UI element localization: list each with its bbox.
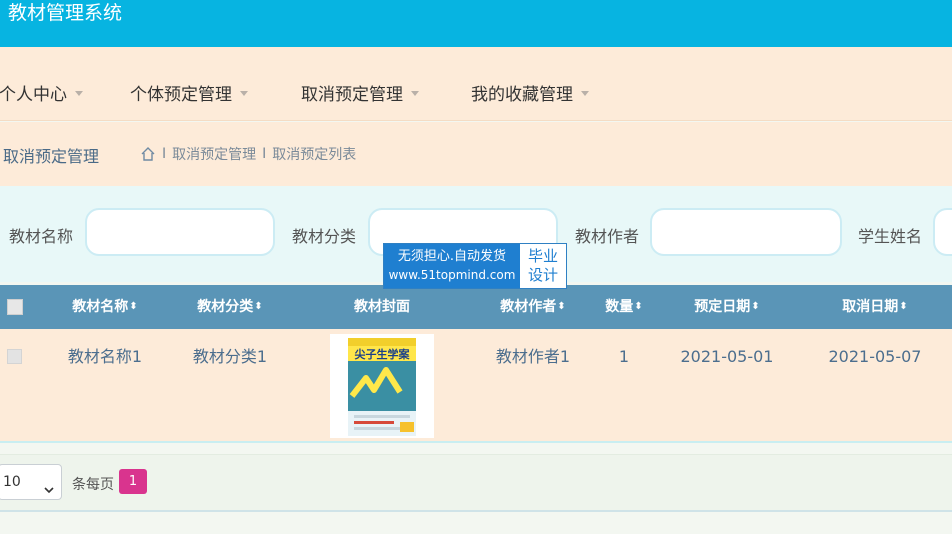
- column-header-quantity[interactable]: 数量 ⬍: [594, 285, 654, 329]
- header-label: 教材封面: [354, 299, 410, 315]
- pagination: 10 条每页 1: [0, 454, 952, 512]
- cell-quantity: 1: [618, 347, 630, 366]
- search-label-student: 学生姓名: [858, 227, 923, 246]
- header-label: 教材分类: [197, 299, 254, 315]
- sort-icon: ⬍: [557, 301, 566, 312]
- column-header-cancel-date[interactable]: 取消日期 ⬍: [825, 285, 925, 329]
- chevron-down-icon: [411, 91, 419, 96]
- search-label-name: 教材名称: [9, 227, 74, 246]
- breadcrumb-item[interactable]: 取消预定管理: [172, 144, 256, 164]
- cell-name: 教材名称1: [67, 347, 143, 366]
- row-checkbox[interactable]: [7, 349, 22, 364]
- cell-category: 教材分类1: [192, 347, 268, 366]
- header-label: 数量: [605, 299, 634, 315]
- header-label: 教材作者: [500, 299, 557, 315]
- cell-cancel-date: 2021-05-07: [828, 347, 922, 366]
- nav-item-favorites[interactable]: 我的收藏管理: [471, 80, 589, 105]
- column-header-category[interactable]: 教材分类 ⬍: [180, 285, 280, 329]
- chevron-down-icon: [240, 91, 248, 96]
- per-page-label: 条每页: [72, 477, 114, 493]
- sort-icon: ⬍: [751, 301, 760, 312]
- book-cover-image: 尖子生学案: [330, 334, 434, 438]
- page-title: 取消预定管理: [3, 147, 100, 166]
- nav-item-label: 我的收藏管理: [471, 85, 573, 105]
- app-header: 教材管理系统: [0, 0, 952, 47]
- nav-item-cancel-reservation[interactable]: 取消预定管理: [301, 80, 419, 105]
- column-header-reserve-date[interactable]: 预定日期 ⬍: [677, 285, 777, 329]
- breadcrumb-item: 取消预定列表: [272, 147, 357, 163]
- chevron-down-icon: [43, 475, 55, 509]
- cell-author: 教材作者1: [495, 347, 571, 366]
- watermark-line1: 无须担心.自动发货: [397, 249, 507, 264]
- search-input-author[interactable]: [650, 208, 842, 256]
- app-title: 教材管理系统: [8, 2, 123, 24]
- sort-icon: ⬍: [899, 301, 908, 312]
- chevron-down-icon: [75, 91, 83, 96]
- home-icon[interactable]: [140, 146, 156, 162]
- nav-item-label: 取消预定管理: [301, 85, 403, 105]
- watermark-line2: www.51topmind.com: [388, 268, 516, 282]
- cover-title: 尖子生学案: [355, 347, 411, 361]
- breadcrumb-separator: I: [162, 146, 167, 162]
- chevron-down-icon: [581, 91, 589, 96]
- breadcrumb: I 取消预定管理 I 取消预定列表: [140, 144, 356, 164]
- watermark-right: 毕业 设计: [520, 244, 566, 288]
- sort-icon: ⬍: [254, 301, 263, 312]
- nav-item-label: 个人中心: [0, 85, 67, 105]
- column-header-author[interactable]: 教材作者 ⬍: [483, 285, 583, 329]
- main-nav: 个人中心 个体预定管理 取消预定管理 我的收藏管理: [0, 47, 952, 121]
- page-size-select[interactable]: 10: [0, 464, 62, 500]
- header-label: 教材名称: [72, 299, 129, 315]
- page-button-1[interactable]: 1: [119, 469, 147, 494]
- nav-item-individual-reservation[interactable]: 个体预定管理: [130, 80, 248, 105]
- sort-icon: ⬍: [129, 301, 138, 312]
- cell-reserve-date: 2021-05-01: [680, 347, 774, 366]
- table-header: 教材名称 ⬍ 教材分类 ⬍ 教材封面 教材作者 ⬍ 数量 ⬍ 预定日期 ⬍ 取消日期 ⬍: [0, 285, 952, 329]
- sort-icon: ⬍: [634, 301, 643, 312]
- watermark-right2: 设计: [527, 266, 558, 284]
- search-input-student[interactable]: [933, 208, 952, 256]
- search-label-category: 教材分类: [292, 227, 357, 246]
- watermark-badge: 无须担心.自动发货 www.51topmind.com 毕业 设计: [383, 243, 567, 289]
- nav-item-personal-center[interactable]: 个人中心: [0, 80, 83, 105]
- breadcrumb-separator: I: [262, 146, 267, 162]
- watermark-right1: 毕业: [527, 247, 558, 265]
- header-label: 预定日期: [694, 299, 751, 315]
- column-header-name[interactable]: 教材名称 ⬍: [55, 285, 155, 329]
- search-input-name[interactable]: [85, 208, 275, 256]
- table-row[interactable]: 教材名称1 教材分类1 尖子生学案 教材作者1 1 2021-05-01 202…: [0, 329, 952, 443]
- breadcrumb-bar: 取消预定管理 I 取消预定管理 I 取消预定列表: [0, 122, 952, 186]
- column-header-cover: 教材封面: [332, 285, 432, 329]
- search-label-author: 教材作者: [575, 227, 640, 246]
- nav-item-label: 个体预定管理: [130, 85, 232, 105]
- header-label: 取消日期: [842, 299, 899, 315]
- page-size-value: 10: [3, 474, 21, 490]
- watermark-left: 无须担心.自动发货 www.51topmind.com: [384, 244, 520, 288]
- select-all-checkbox[interactable]: [7, 299, 23, 315]
